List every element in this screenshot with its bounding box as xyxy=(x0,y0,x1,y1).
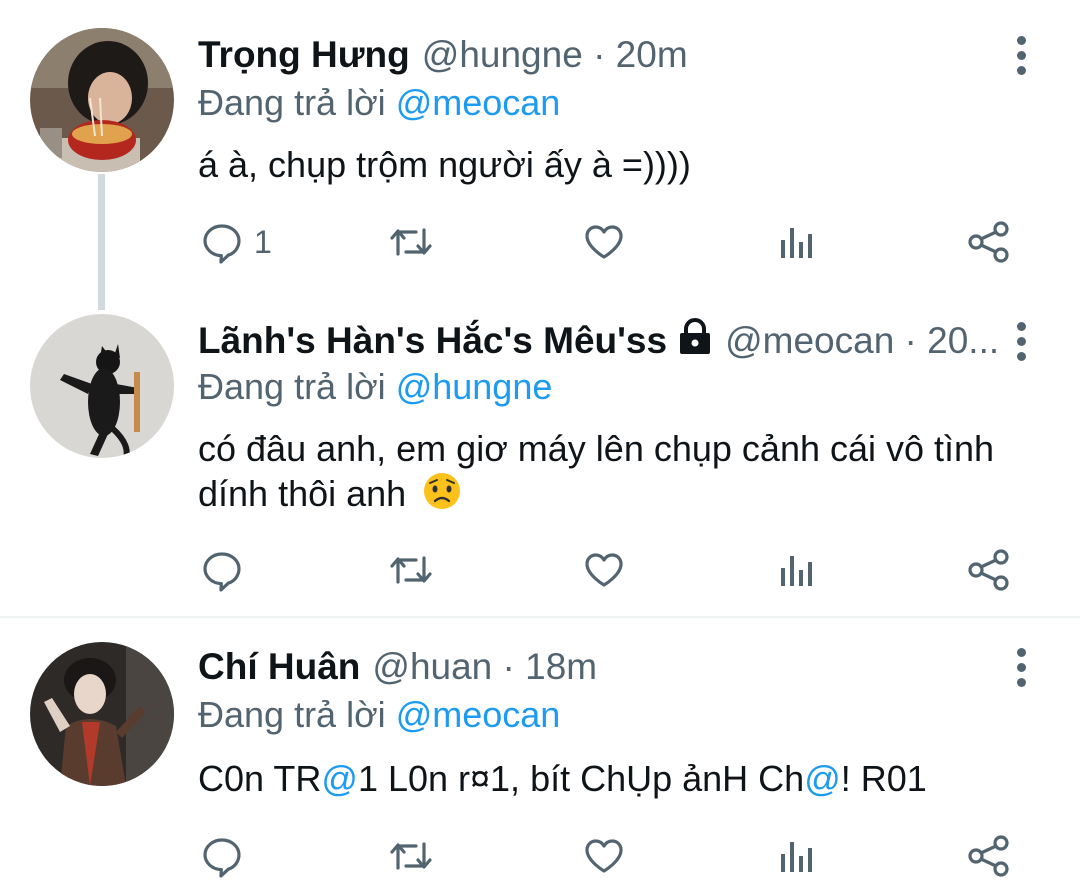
reply-mention-link[interactable]: @meocan xyxy=(396,694,561,735)
more-icon[interactable] xyxy=(1006,30,1036,80)
analytics-button[interactable] xyxy=(776,831,816,881)
like-button[interactable] xyxy=(582,545,626,595)
replying-to-label: Đang trả lời xyxy=(198,694,396,735)
analytics-icon xyxy=(776,548,816,592)
replying-to-label: Đang trả lời xyxy=(198,366,396,407)
share-icon xyxy=(966,548,1012,592)
like-icon xyxy=(582,548,626,592)
tweet-text-content: có đâu anh, em giơ máy lên chụp cảnh cái… xyxy=(198,428,995,514)
display-name[interactable]: Lãnh's Hàn's Hắc's Mêu'ss xyxy=(198,320,667,362)
analytics-button[interactable] xyxy=(776,545,816,595)
handle-time[interactable]: @meocan · 20... xyxy=(725,320,999,362)
share-button[interactable] xyxy=(966,545,1012,595)
tweet-2[interactable]: Lãnh's Hàn's Hắc's Mêu'ss @meocan · 20..… xyxy=(0,300,1080,616)
tweet-3[interactable]: Chí Huân @huan · 18m Đang trả lời @meoca… xyxy=(0,618,1080,886)
tweet-actions: 1 xyxy=(0,217,1080,267)
more-icon[interactable] xyxy=(1006,316,1036,366)
replying-to: Đang trả lời @meocan xyxy=(198,82,560,124)
retweet-button[interactable] xyxy=(388,545,434,595)
reply-icon xyxy=(200,548,244,592)
reply-icon xyxy=(200,220,244,264)
mention-link[interactable]: @ xyxy=(804,758,841,799)
share-icon xyxy=(966,220,1012,264)
retweet-button[interactable] xyxy=(388,217,434,267)
like-button[interactable] xyxy=(582,217,626,267)
worried-face-emoji xyxy=(422,471,462,521)
analytics-icon xyxy=(776,220,816,264)
retweet-icon xyxy=(388,548,434,592)
tweet-text-part: ! R01 xyxy=(840,758,927,799)
handle-time[interactable]: @huan · 18m xyxy=(372,646,597,688)
avatar[interactable] xyxy=(30,642,174,786)
analytics-button[interactable] xyxy=(776,217,816,267)
tweet-text-part: C0n TR xyxy=(198,758,322,799)
like-button[interactable] xyxy=(582,831,626,881)
retweet-button[interactable] xyxy=(388,831,434,881)
replying-to: Đang trả lời @hungne xyxy=(198,366,552,408)
display-name[interactable]: Trọng Hưng xyxy=(198,34,410,76)
tweet-header: Chí Huân @huan · 18m xyxy=(198,642,597,692)
tweet-text: có đâu anh, em giơ máy lên chụp cảnh cái… xyxy=(198,426,1018,521)
reply-mention-link[interactable]: @meocan xyxy=(396,82,561,123)
reply-button[interactable] xyxy=(200,831,244,881)
share-button[interactable] xyxy=(966,217,1012,267)
tweet-actions xyxy=(0,545,1080,595)
reply-button[interactable]: 1 xyxy=(200,217,272,267)
reply-icon xyxy=(200,834,244,878)
tweet-header: Trọng Hưng @hungne · 20m xyxy=(198,30,688,80)
analytics-icon xyxy=(776,834,816,878)
tweet-actions xyxy=(0,831,1080,881)
tweet-text: á à, chụp trộm người ấy à =)))) xyxy=(198,144,691,185)
reply-mention-link[interactable]: @hungne xyxy=(396,366,553,407)
reply-count: 1 xyxy=(254,223,272,260)
share-button[interactable] xyxy=(966,831,1012,881)
display-name[interactable]: Chí Huân xyxy=(198,646,360,688)
share-icon xyxy=(966,834,1012,878)
tweet-text-part: 1 L0n r¤1, bít ChỤp ảnH Ch xyxy=(357,758,805,799)
avatar[interactable] xyxy=(30,28,174,172)
tweet-1[interactable]: Trọng Hưng @hungne · 20m Đang trả lời @m… xyxy=(0,0,1080,310)
like-icon xyxy=(582,834,626,878)
reply-button[interactable] xyxy=(200,545,244,595)
more-icon[interactable] xyxy=(1006,642,1036,692)
retweet-icon xyxy=(388,220,434,264)
mention-link[interactable]: @ xyxy=(321,758,358,799)
replying-to: Đang trả lời @meocan xyxy=(198,694,560,736)
avatar[interactable] xyxy=(30,314,174,458)
lock-icon xyxy=(677,317,713,365)
tweet-text: C0n TR@1 L0n r¤1, bít ChỤp ảnH Ch@! R01 xyxy=(198,756,1018,801)
retweet-icon xyxy=(388,834,434,878)
handle-time[interactable]: @hungne · 20m xyxy=(422,34,688,76)
like-icon xyxy=(582,220,626,264)
tweet-header: Lãnh's Hàn's Hắc's Mêu'ss @meocan · 20..… xyxy=(198,316,999,366)
replying-to-label: Đang trả lời xyxy=(198,82,396,123)
